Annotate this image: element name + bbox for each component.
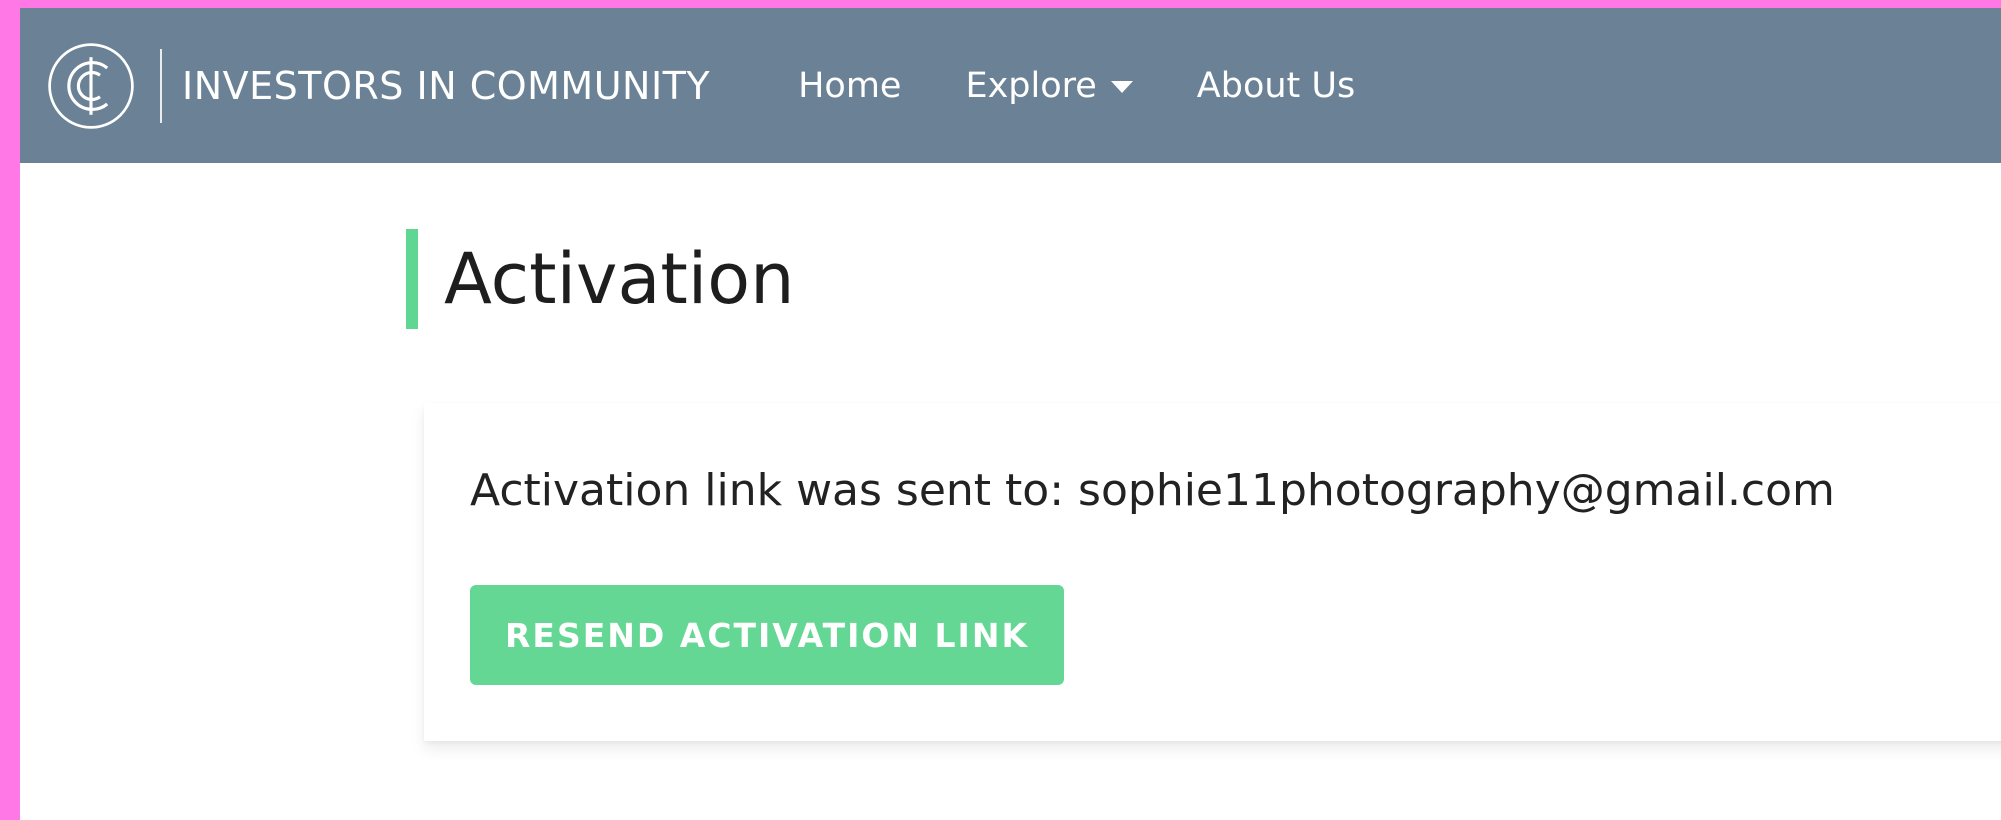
- activation-card: Activation link was sent to: sophie11pho…: [424, 403, 2001, 741]
- activation-message-label: Activation link was sent to:: [470, 465, 1065, 516]
- browser-viewport: INVESTORS IN COMMUNITY Home Explore Abou…: [20, 8, 2001, 820]
- top-navbar: INVESTORS IN COMMUNITY Home Explore Abou…: [20, 8, 2001, 163]
- nav-about-us[interactable]: About Us: [1197, 66, 1355, 106]
- nav-links: Home Explore About Us: [798, 8, 1419, 163]
- page-heading: Activation: [406, 229, 794, 329]
- brand-divider: [160, 48, 162, 123]
- brand-name: INVESTORS IN COMMUNITY: [182, 63, 711, 108]
- brand[interactable]: INVESTORS IN COMMUNITY: [46, 8, 710, 163]
- caret-down-icon: [1110, 80, 1133, 93]
- page-title: Activation: [444, 238, 795, 320]
- nav-home[interactable]: Home: [798, 66, 901, 106]
- ic-monogram-logo-icon: [48, 42, 134, 129]
- activation-message: Activation link was sent to: sophie11pho…: [470, 465, 1835, 516]
- resend-activation-link-button[interactable]: RESEND ACTIVATION LINK: [470, 585, 1064, 685]
- heading-accent-bar: [406, 229, 418, 329]
- activation-email: sophie11photography@gmail.com: [1078, 465, 1835, 516]
- nav-explore-label: Explore: [965, 65, 1097, 106]
- nav-explore-dropdown[interactable]: Explore: [965, 65, 1133, 106]
